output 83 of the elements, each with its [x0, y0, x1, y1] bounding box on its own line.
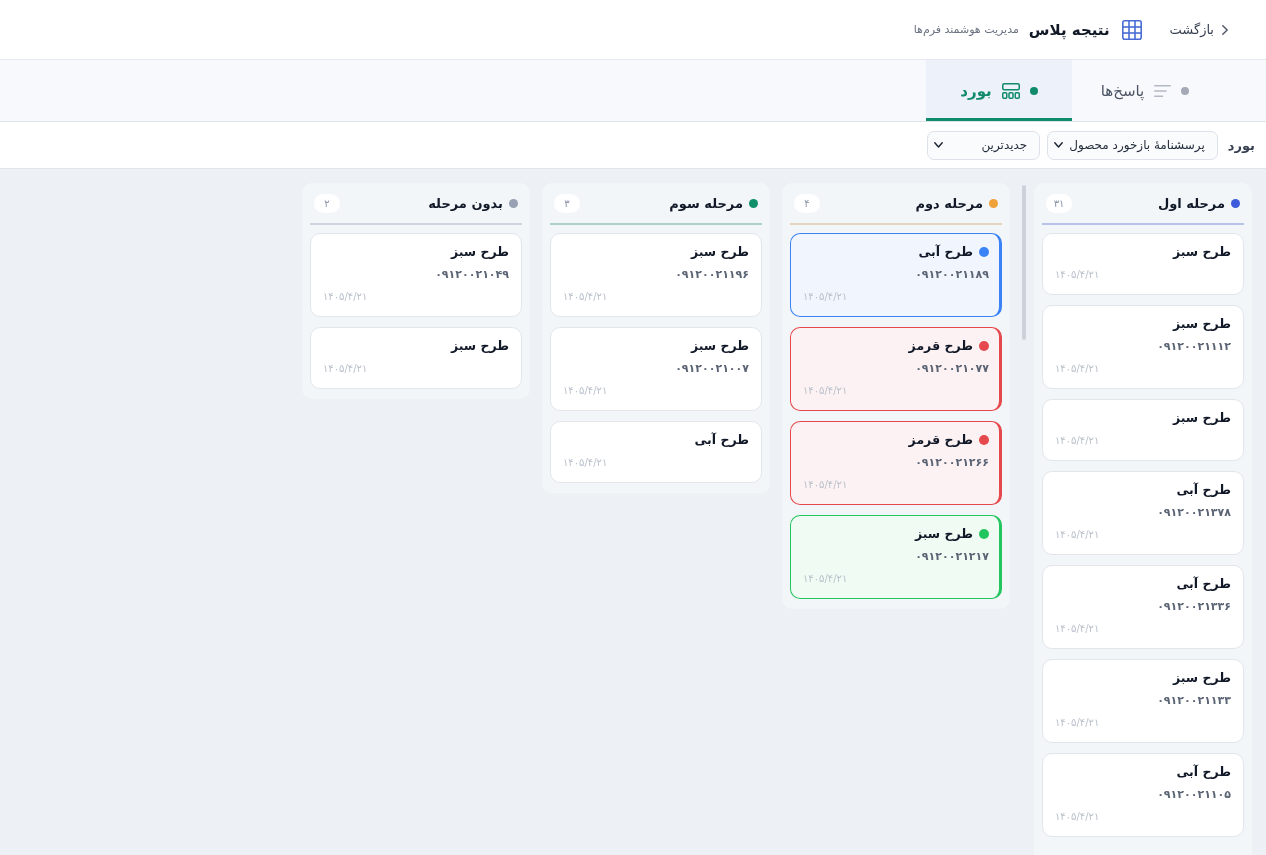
card-title: طرح سبز — [1172, 315, 1231, 333]
form-select[interactable]: پرسشنامهٔ بازخورد محصول — [1047, 130, 1218, 160]
card-title: طرح آبی — [1176, 575, 1231, 593]
card[interactable]: طرح سبز ۰۹۱۲۰۰۲۱۱۹۶ ۱۴۰۵/۴/۲۱ — [550, 233, 762, 317]
card-title: طرح آبی — [694, 431, 749, 449]
card[interactable]: طرح سبز ۰۹۱۲۰۰۲۱۰۴۹ ۱۴۰۵/۴/۲۱ — [310, 233, 522, 317]
phone-number: ۰۹۱۲۰۰۲۱۱۳۳ — [1157, 693, 1231, 709]
phone-number: ۰۹۱۲۰۰۲۱۱۰۵ — [1157, 787, 1231, 803]
card-date: ۱۴۰۵/۴/۲۱ — [1055, 268, 1100, 282]
phone-number: ۰۹۱۲۰۰۲۱۳۳۶ — [1157, 599, 1231, 615]
chevron-right-icon — [1222, 24, 1228, 35]
count-badge: ۳۱ — [1046, 193, 1072, 213]
card-date: ۱۴۰۵/۴/۲۱ — [1055, 362, 1100, 376]
card-date: ۱۴۰۵/۴/۲۱ — [1055, 434, 1100, 448]
count-badge: ۳ — [554, 193, 580, 213]
chevron-down-icon — [934, 142, 944, 148]
count-badge: ۴ — [794, 193, 820, 213]
card-title: طرح قرمز — [908, 337, 973, 355]
chevron-down-icon — [1054, 142, 1064, 148]
card-date: ۱۴۰۵/۴/۲۱ — [563, 290, 608, 304]
card-title: طرح سبز — [1172, 409, 1231, 427]
card[interactable]: طرح سبز ۰۹۱۲۰۰۲۱۱۳۳ ۱۴۰۵/۴/۲۱ — [1042, 659, 1244, 743]
card[interactable]: طرح آبی ۰۹۱۲۰۰۲۱۳۳۶ ۱۴۰۵/۴/۲۱ — [1042, 565, 1244, 649]
card[interactable]: طرح قرمز ۰۹۱۲۰۰۲۱۲۶۶ ۱۴۰۵/۴/۲۱ — [790, 421, 1002, 505]
column-title: مرحله اول — [1157, 195, 1225, 211]
card-date: ۱۴۰۵/۴/۲۱ — [1055, 716, 1100, 730]
scrollbar[interactable] — [1022, 185, 1026, 340]
card-date: ۱۴۰۵/۴/۲۱ — [563, 384, 608, 398]
filter-label: بورد — [1227, 137, 1255, 153]
tab[interactable]: بورد — [926, 60, 1072, 121]
card-title: طرح آبی — [1176, 481, 1231, 499]
card[interactable]: طرح قرمز ۰۹۱۲۰۰۲۱۰۷۷ ۱۴۰۵/۴/۲۱ — [790, 327, 1002, 411]
phone-number: ۰۹۱۲۰۰۲۱۰۰۷ — [675, 361, 749, 377]
count-badge: ۲ — [314, 193, 340, 213]
grid-icon — [1121, 19, 1142, 40]
card[interactable]: طرح سبز ۰۹۱۲۰۰۲۱۲۱۷ ۱۴۰۵/۴/۲۱ — [790, 515, 1002, 599]
card-title: طرح سبز — [1172, 243, 1231, 261]
column-title: مرحله دوم — [915, 195, 983, 211]
card-date: ۱۴۰۵/۴/۲۱ — [1055, 622, 1100, 636]
card-date: ۱۴۰۵/۴/۲۱ — [563, 456, 608, 470]
card[interactable]: طرح سبز ۱۴۰۵/۴/۲۱ — [310, 327, 522, 389]
card-date: ۱۴۰۵/۴/۲۱ — [1055, 810, 1100, 824]
phone-number: ۰۹۱۲۰۰۲۱۱۱۲ — [1157, 339, 1231, 355]
card[interactable]: طرح آبی ۰۹۱۲۰۰۲۱۱۰۵ ۱۴۰۵/۴/۲۱ — [1042, 753, 1244, 837]
phone-number: ۰۹۱۲۰۰۲۱۲۱۷ — [915, 549, 989, 565]
card-date: ۱۴۰۵/۴/۲۱ — [323, 362, 368, 376]
card-date: ۱۴۰۵/۴/۲۱ — [803, 478, 848, 492]
card[interactable]: طرح آبی ۱۴۰۵/۴/۲۱ — [550, 421, 762, 483]
back-button[interactable]: بازگشت — [1169, 22, 1228, 37]
card-title: طرح سبز — [914, 525, 973, 543]
tab[interactable]: پاسخ‌ها — [1072, 60, 1218, 121]
app-title: نتیجه پلاس — [1028, 20, 1110, 39]
card[interactable]: طرح سبز ۱۴۰۵/۴/۲۱ — [1042, 399, 1244, 461]
card-title: طرح سبز — [690, 243, 749, 261]
card-title: طرح سبز — [690, 337, 749, 355]
column-title: بدون مرحله — [428, 195, 503, 211]
card-title: طرح آبی — [1176, 763, 1231, 781]
card-title: طرح آبی — [918, 243, 973, 261]
sort-select[interactable]: جدیدترین — [927, 130, 1041, 160]
phone-number: ۰۹۱۲۰۰۲۱۲۶۶ — [915, 455, 989, 471]
card-date: ۱۴۰۵/۴/۲۱ — [803, 384, 848, 398]
card-date: ۱۴۰۵/۴/۲۱ — [803, 572, 848, 586]
card-title: طرح سبز — [450, 243, 509, 261]
status-dot-icon — [1181, 86, 1190, 95]
phone-number: ۰۹۱۲۰۰۲۱۰۷۷ — [915, 361, 989, 377]
card-title: طرح قرمز — [908, 431, 973, 449]
card-date: ۱۴۰۵/۴/۲۱ — [323, 290, 368, 304]
board-icon — [1001, 82, 1020, 99]
card-title: طرح سبز — [1172, 669, 1231, 687]
card[interactable]: طرح سبز ۰۹۱۲۰۰۲۱۱۱۲ ۱۴۰۵/۴/۲۱ — [1042, 305, 1244, 389]
card[interactable]: طرح سبز ۱۴۰۵/۴/۲۱ — [1042, 233, 1244, 295]
lines-icon — [1154, 84, 1172, 97]
card[interactable]: طرح آبی ۰۹۱۲۰۰۲۱۳۷۸ ۱۴۰۵/۴/۲۱ — [1042, 471, 1244, 555]
phone-number: ۰۹۱۲۰۰۲۱۱۹۶ — [675, 267, 749, 283]
card[interactable]: طرح سبز ۰۹۱۲۰۰۲۱۰۰۷ ۱۴۰۵/۴/۲۱ — [550, 327, 762, 411]
phone-number: ۰۹۱۲۰۰۲۱۱۸۹ — [915, 267, 989, 283]
column-title: مرحله سوم — [669, 195, 743, 211]
card-date: ۱۴۰۵/۴/۲۱ — [1055, 528, 1100, 542]
app-subtitle: مدیریت هوشمند فرم‌ها — [913, 23, 1019, 36]
phone-number: ۰۹۱۲۰۰۲۱۳۷۸ — [1157, 505, 1231, 521]
card-title: طرح سبز — [450, 337, 509, 355]
phone-number: ۰۹۱۲۰۰۲۱۰۴۹ — [435, 267, 509, 283]
status-dot-icon — [1029, 86, 1038, 95]
